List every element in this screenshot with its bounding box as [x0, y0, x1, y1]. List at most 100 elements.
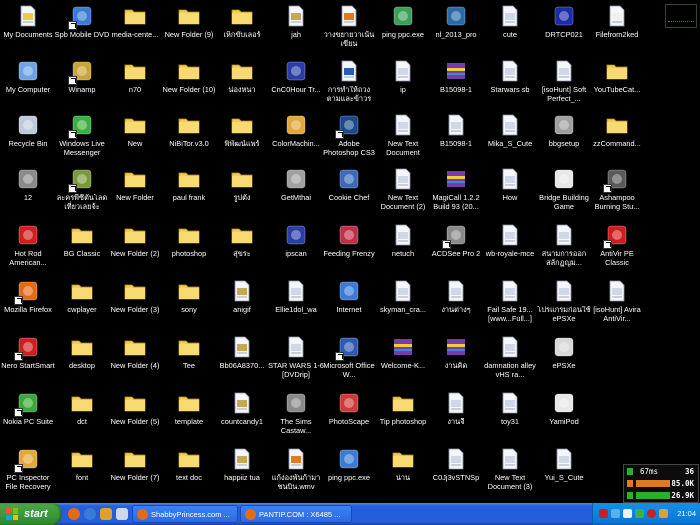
desktop-icon[interactable]: New: [109, 111, 161, 165]
desktop-icon[interactable]: Welcome-K...: [377, 333, 429, 387]
desktop-icon[interactable]: Bridge Building Game: [538, 165, 590, 219]
desktop-icon[interactable]: Nero StartSmart: [1, 333, 55, 387]
desktop-icon[interactable]: New Folder (7): [109, 445, 161, 499]
desktop-icon[interactable]: toy31: [484, 389, 536, 443]
desktop-icon[interactable]: 12: [2, 165, 54, 219]
desktop-icon[interactable]: Recycle Bin: [2, 111, 54, 165]
desktop-icon[interactable]: แก้งองพันก้ามาชนบิน.wmv: [270, 445, 322, 499]
desktop-icon[interactable]: desktop: [56, 333, 108, 387]
desktop-icon[interactable]: รูปตั้ง: [216, 165, 268, 219]
desktop-icon[interactable]: AntiVir PE Classic: [591, 221, 643, 275]
quick-launch-media-icon[interactable]: [100, 508, 112, 520]
quick-launch-ie-icon[interactable]: [84, 508, 96, 520]
desktop-icon[interactable]: ACDSee Pro 2: [430, 221, 482, 275]
desktop-icon[interactable]: My Computer: [2, 57, 54, 111]
desktop-icon[interactable]: dct: [56, 389, 108, 443]
desktop-icon[interactable]: media-cente...: [109, 2, 161, 56]
desktop-icon[interactable]: Windows Live Messenger: [56, 111, 108, 165]
desktop-icon[interactable]: Tip photoshop: [377, 389, 429, 443]
desktop-icon[interactable]: Adobe Photoshop CS3: [323, 111, 375, 165]
desktop-icon[interactable]: countcandy1: [216, 389, 268, 443]
desktop-icon[interactable]: text doc: [163, 445, 215, 499]
desktop-icon[interactable]: anigif: [216, 277, 268, 331]
desktop-icon[interactable]: [isoHunt] Avira AntiVir...: [591, 277, 643, 331]
desktop-icon[interactable]: damnation alley vHS ra...: [484, 333, 536, 387]
desktop-icon[interactable]: Internet: [323, 277, 375, 331]
desktop-icon[interactable]: New Folder: [109, 165, 161, 219]
desktop-icon[interactable]: ละครพีซีตันโลด เที่ยวเลยจ้ะ: [56, 165, 108, 219]
desktop-icon[interactable]: How: [484, 165, 536, 219]
desktop-icon[interactable]: New Folder (10): [163, 57, 215, 111]
desktop-icon[interactable]: PC Inspector File Recovery: [2, 445, 54, 499]
desktop-icon[interactable]: น่าน: [377, 445, 429, 499]
desktop-icon[interactable]: การทำให้ถวงตามและข้าวร: [323, 57, 375, 111]
desktop-icon[interactable]: bbgsetup: [538, 111, 590, 165]
desktop-icon[interactable]: B15098-1: [430, 57, 482, 111]
desktop-icon[interactable]: New Folder (4): [109, 333, 161, 387]
desktop-icon[interactable]: [isoHunt] Soft Perfect_...: [538, 57, 590, 111]
desktop-icon[interactable]: Mozilla Firefox: [2, 277, 54, 331]
desktop-icon[interactable]: zzCommand...: [591, 111, 643, 165]
desktop-icon[interactable]: น่องหนา: [216, 57, 268, 111]
desktop-icon[interactable]: New Text Document: [377, 111, 429, 165]
desktop-icon[interactable]: Mika_S_Cute: [484, 111, 536, 165]
desktop-icon[interactable]: งานต่างๆ: [430, 277, 482, 331]
desktop-icon[interactable]: Bb06A8370...: [216, 333, 268, 387]
desktop-icon[interactable]: font: [56, 445, 108, 499]
desktop-icon[interactable]: New Text Document (3): [484, 445, 536, 499]
desktop-icon[interactable]: YouTubeCat...: [591, 57, 643, 111]
desktop-icon[interactable]: template: [163, 389, 215, 443]
desktop-icon[interactable]: Tee: [163, 333, 215, 387]
desktop-icon[interactable]: YamiPod: [538, 389, 590, 443]
desktop-icon[interactable]: ColorMachin...: [270, 111, 322, 165]
desktop-icon[interactable]: happiiz tua: [216, 445, 268, 499]
desktop-icon[interactable]: n70: [109, 57, 161, 111]
desktop-icon[interactable]: DRTCP021: [538, 2, 590, 56]
desktop-icon[interactable]: เห็กขับเลอร์: [216, 2, 268, 56]
desktop-icon[interactable]: jah: [270, 2, 322, 56]
desktop-icon[interactable]: ipscan: [270, 221, 322, 275]
desktop-icon[interactable]: พิพัฒน์แพร์: [216, 111, 268, 165]
desktop-icon[interactable]: โปรแกรมก่อนใช้ ePSXe: [537, 277, 591, 331]
desktop-icon[interactable]: New Folder (9): [163, 2, 215, 56]
quick-launch-firefox-icon[interactable]: [68, 508, 80, 520]
desktop-icon[interactable]: New Folder (5): [109, 389, 161, 443]
desktop-icon[interactable]: NiBiTor.v3.0: [163, 111, 215, 165]
desktop-icon[interactable]: ping ppc.exe: [377, 2, 429, 56]
desktop-icon[interactable]: สนามการออก สลักฏูญม...: [538, 221, 590, 275]
desktop-icon[interactable]: Ellie1dol_wa: [270, 277, 322, 331]
desktop-icon[interactable]: My Documents: [2, 2, 54, 56]
desktop-icon[interactable]: STAR WARS 1-6 [DVDrip]: [268, 333, 324, 387]
desktop-icon[interactable]: photoshop: [163, 221, 215, 275]
desktop-icon[interactable]: Cookie Chef: [323, 165, 375, 219]
desktop-icon[interactable]: New Folder (2): [109, 221, 161, 275]
desktop-icon[interactable]: C0Jj3vSTNSp: [430, 445, 482, 499]
desktop-icon[interactable]: Fail Safe 19...[www...Full...]: [484, 277, 536, 331]
desktop-icon[interactable]: งานจี: [430, 389, 482, 443]
desktop-icon[interactable]: วางขยายวาเน้นเขียน: [323, 2, 375, 56]
desktop-icon[interactable]: BG Classic: [56, 221, 108, 275]
desktop-icon[interactable]: ping ppc.exe: [323, 445, 375, 499]
desktop-icon[interactable]: New Folder (3): [109, 277, 161, 331]
desktop-icon[interactable]: Hot Rod American...: [2, 221, 54, 275]
desktop-icon[interactable]: Feeding Frenzy: [323, 221, 375, 275]
desktop-icon[interactable]: New Text Document (2): [377, 165, 429, 219]
desktop-icon[interactable]: Winamp: [56, 57, 108, 111]
tray-security-icon[interactable]: [659, 509, 668, 518]
tray-nero-icon[interactable]: [647, 509, 656, 518]
taskbar-item-pantip[interactable]: PANTIP.COM : X6485 ...: [240, 505, 352, 523]
desktop-icon[interactable]: Ashampoo Burning Stu...: [591, 165, 643, 219]
desktop-icon[interactable]: cwplayer: [56, 277, 108, 331]
desktop-icon[interactable]: GetMthai: [270, 165, 322, 219]
desktop-icon[interactable]: B15098-1: [430, 111, 482, 165]
desktop-icon[interactable]: PhotoScape: [323, 389, 375, 443]
desktop-icon[interactable]: Starwars sb: [484, 57, 536, 111]
desktop-icon[interactable]: Spb Mobile DVD: [55, 2, 109, 56]
desktop-icon[interactable]: งานคิด: [430, 333, 482, 387]
desktop-icon[interactable]: cute: [484, 2, 536, 56]
desktop-icon[interactable]: Filefrom2ked: [591, 2, 643, 56]
desktop-icon[interactable]: CnC0Hour Tr...: [270, 57, 322, 111]
desktop-icon[interactable]: ePSXe: [538, 333, 590, 387]
taskbar-item-shabbyprincess[interactable]: ShabbyPrincess.com ...: [132, 505, 238, 523]
desktop-icon[interactable]: Nokia PC Suite: [2, 389, 54, 443]
